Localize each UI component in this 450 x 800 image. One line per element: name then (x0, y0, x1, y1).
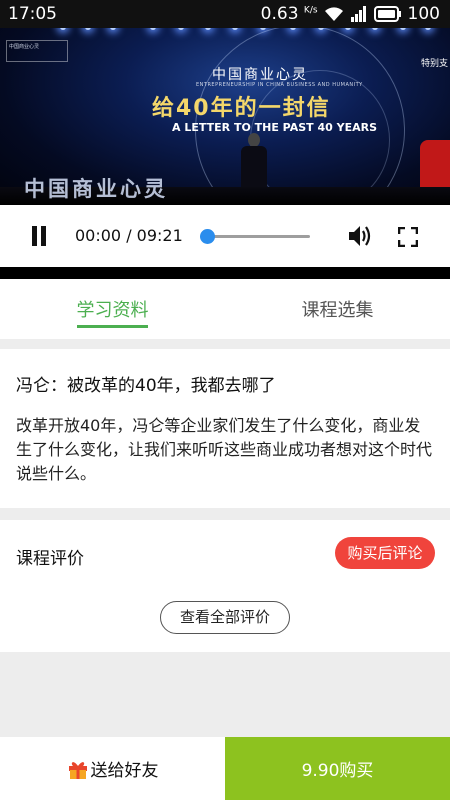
video-title-cn: 给40年的一封信 (152, 96, 331, 121)
volume-icon (349, 226, 371, 246)
fullscreen-icon (397, 226, 419, 248)
signal-icon (350, 6, 368, 22)
video-player[interactable]: 中国商业心灵 中国商业心灵 ENTREPRENEURSHIP IN CHINA … (0, 0, 450, 205)
wifi-icon (324, 6, 344, 22)
gift-icon (68, 761, 87, 779)
status-bar: 17:05 0.63 K/s 100 (0, 0, 450, 28)
buy-button[interactable]: 9.90购买 (225, 737, 450, 800)
divider-strip (0, 267, 450, 279)
fullscreen-button[interactable] (397, 226, 420, 249)
video-logo-text: 中国商业心灵 (212, 67, 308, 83)
tab-course-episodes[interactable]: 课程选集 (225, 279, 450, 339)
course-title: 冯仑：被改革的40年，我都去哪了 (16, 376, 276, 396)
gift-label: 送给好友 (90, 761, 159, 781)
video-corner-logo: 中国商业心灵 (6, 40, 68, 62)
reviews-title: 课程评价 (16, 549, 84, 569)
battery-icon (373, 6, 402, 22)
tab-study-materials[interactable]: 学习资料 (0, 279, 225, 339)
reviews-section: 课程评价 购买后评论 查看全部评价 (0, 520, 450, 652)
battery-level: 100 (407, 4, 440, 24)
video-title-en: A LETTER TO THE PAST 40 YEARS (172, 121, 378, 134)
view-all-reviews-button[interactable]: 查看全部评价 (160, 601, 290, 634)
gift-to-friend-button[interactable]: 送给好友 (0, 737, 225, 800)
status-time: 17:05 (8, 4, 57, 24)
player-controls: 00:00 / 09:21 (0, 205, 450, 267)
course-summary: 改革开放40年，冯仑等企业家们发生了什么变化，商业发生了什么变化，让我们来听听这… (16, 416, 433, 483)
bottom-action-bar: 送给好友 9.90购买 (0, 737, 450, 800)
video-right-text: 特别支 (420, 59, 448, 69)
tab-bar: 学习资料 课程选集 (0, 279, 450, 339)
active-tab-indicator (77, 325, 148, 328)
network-speed: 0.63 K/s (260, 4, 318, 24)
seek-thumb[interactable] (200, 229, 215, 244)
video-logo-subtext: ENTREPRENEURSHIP IN CHINA BUSINESS AND H… (196, 82, 363, 88)
review-after-purchase-button[interactable]: 购买后评论 (335, 537, 435, 569)
pause-button[interactable] (30, 226, 48, 246)
video-brand-watermark: 中国商业心灵 (24, 177, 168, 201)
pause-icon (32, 226, 37, 246)
volume-button[interactable] (347, 224, 373, 248)
course-description: 冯仑：被改革的40年，我都去哪了 改革开放40年，冯仑等企业家们发生了什么变化，… (0, 349, 450, 508)
time-display: 00:00 / 09:21 (75, 226, 183, 245)
seek-bar[interactable] (208, 235, 310, 238)
